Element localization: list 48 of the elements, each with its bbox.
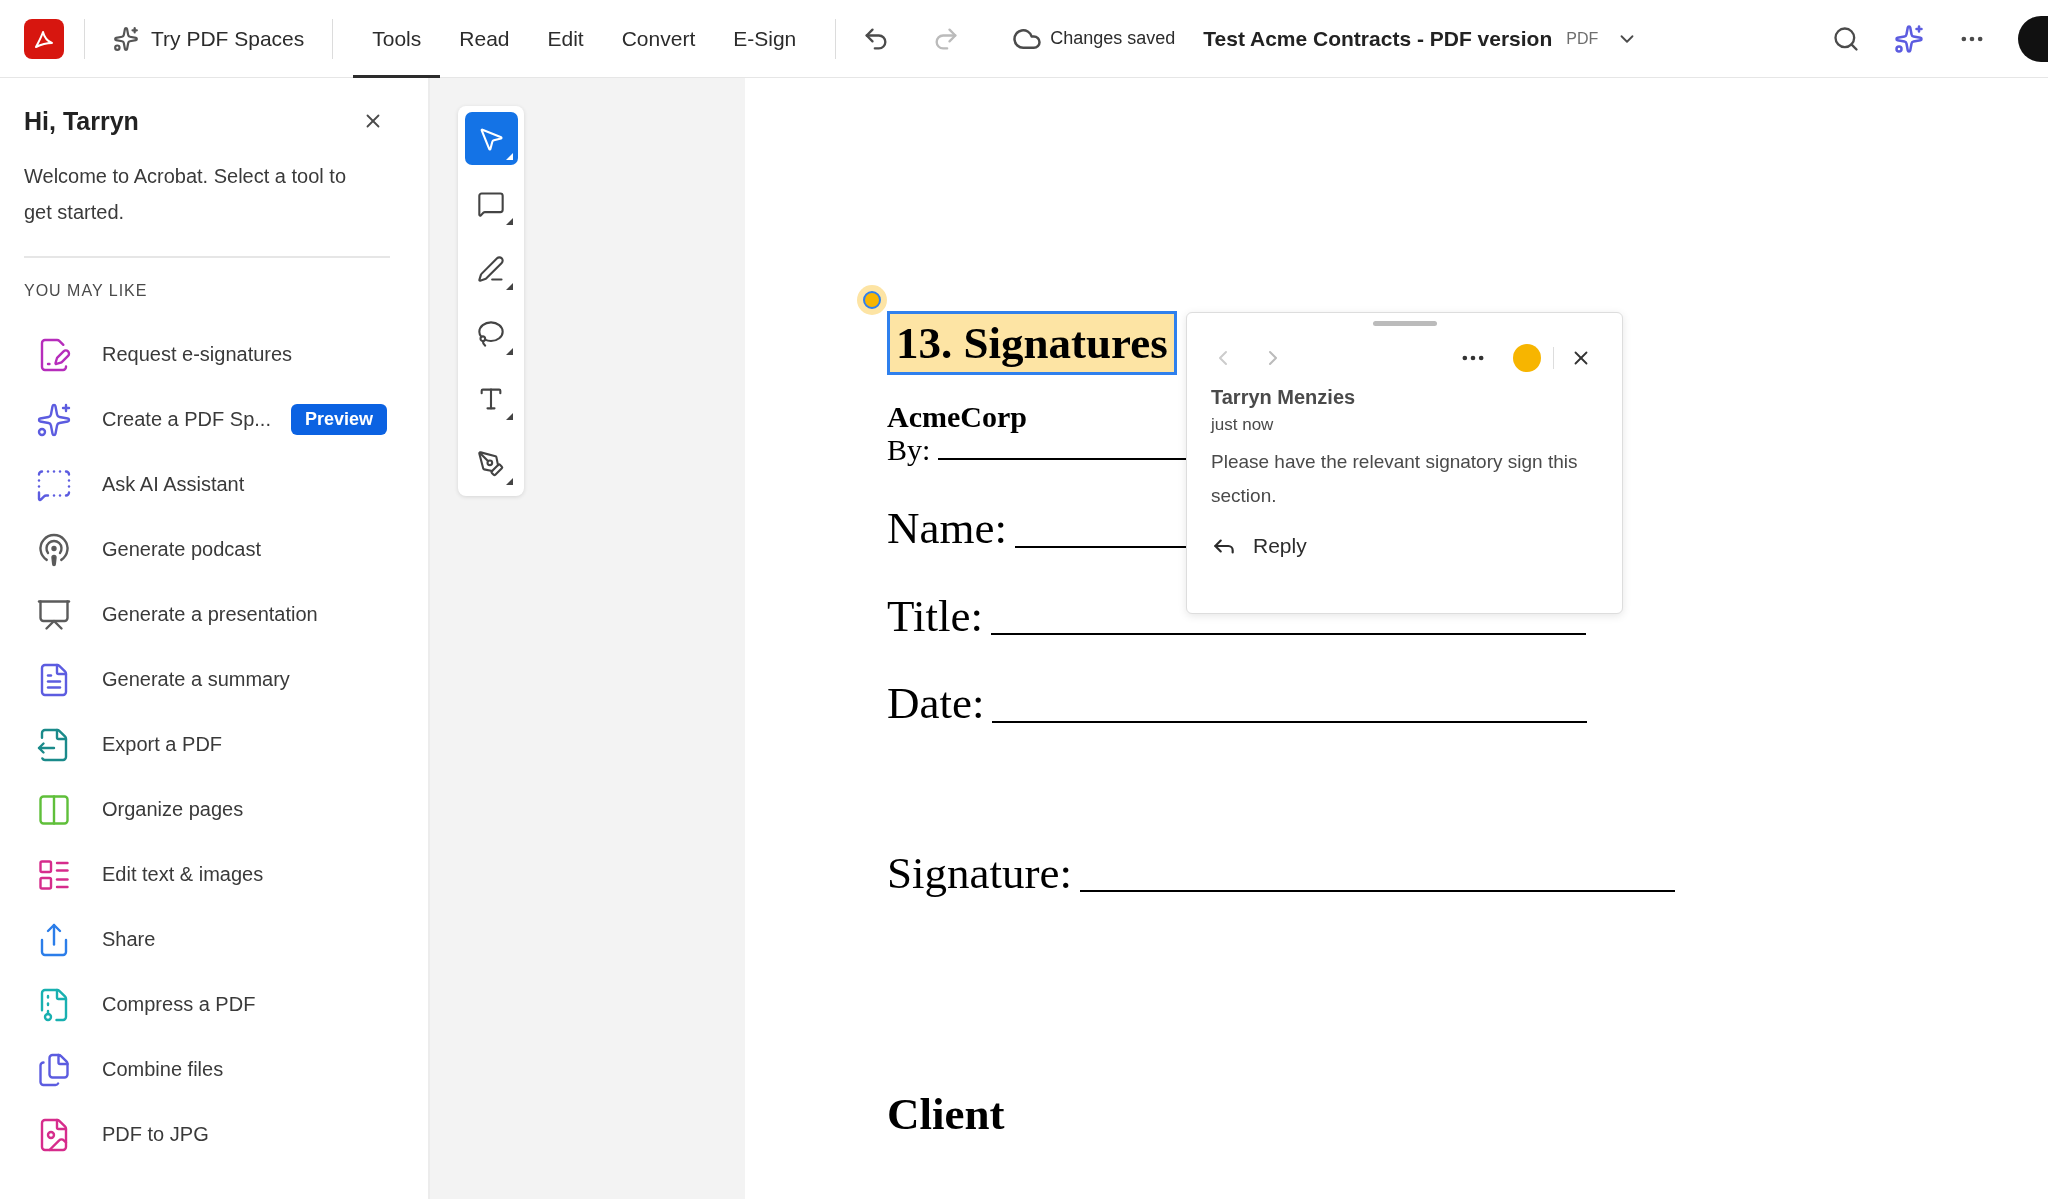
tool-link[interactable]: Organize pages — [102, 798, 244, 821]
field-label: Signature: — [887, 848, 1072, 898]
avatar[interactable] — [2018, 15, 2048, 62]
tool-link[interactable]: Generate a summary — [102, 668, 290, 691]
comment-marker[interactable] — [857, 285, 887, 315]
party-heading: Client — [887, 1088, 1006, 1140]
welcome-text: Welcome to Acrobat. Select a tool to get started. — [24, 164, 348, 225]
section-title: YOU MAY LIKE — [24, 282, 149, 300]
company-name: AcmeCorp — [887, 401, 1027, 433]
nav-tab[interactable]: Edit — [528, 0, 603, 78]
field-label: By: — [887, 433, 931, 466]
tool-link[interactable]: Request e-signatures — [102, 343, 293, 366]
try-spaces-button[interactable]: Try PDF Spaces — [105, 25, 313, 52]
reply-button[interactable]: Reply — [1211, 533, 1307, 559]
tool-link[interactable]: Generate a presentation — [102, 603, 318, 626]
document-title: Test Acme Contracts - PDF version — [1203, 26, 1553, 51]
pointer-icon[interactable] — [464, 112, 518, 165]
save-status: Changes saved — [1050, 28, 1176, 49]
sparkles-icon[interactable] — [36, 401, 72, 438]
tool-link[interactable]: Compress a PDF — [102, 993, 256, 1016]
podcast-icon[interactable] — [36, 531, 72, 568]
tool-link[interactable]: Share — [102, 928, 156, 951]
tool-link[interactable]: Edit text & images — [102, 863, 264, 886]
tool-link[interactable]: PDF to JPG — [102, 1123, 209, 1146]
tool-link[interactable]: Export a PDF — [102, 733, 223, 756]
field-label: Title: — [887, 591, 983, 641]
drag-handle[interactable] — [1372, 321, 1437, 326]
comment-author: Tarryn Menzies — [1211, 386, 1357, 409]
comment-time: just now — [1211, 415, 1275, 435]
files-icon[interactable] — [36, 1051, 72, 1088]
comment-text: Please have the relevant signatory sign this section. — [1211, 450, 1579, 508]
field-label: Name: — [887, 504, 1007, 554]
nav-tab[interactable]: Tools — [353, 0, 441, 78]
tool-link[interactable]: Generate podcast — [102, 538, 261, 561]
color-dot[interactable] — [1513, 344, 1541, 372]
app-logo[interactable] — [24, 18, 64, 59]
tool-link[interactable]: Combine files — [102, 1058, 224, 1081]
nav-tab[interactable]: Convert — [602, 0, 715, 78]
nav-tab[interactable]: E-Sign — [714, 0, 816, 78]
preview-badge: Preview — [290, 404, 387, 435]
nav-tab[interactable]: Read — [440, 0, 529, 78]
tool-link[interactable]: Ask AI Assistant — [102, 473, 245, 496]
section-heading: 13. Signatures — [887, 311, 1177, 375]
tool-link[interactable]: Create a PDF Sp... — [102, 408, 271, 431]
field-label: Date: — [887, 679, 985, 729]
greeting: Hi, Tarryn — [24, 106, 139, 136]
file-type: PDF — [1566, 29, 1599, 48]
sparkles-icon — [113, 25, 139, 52]
